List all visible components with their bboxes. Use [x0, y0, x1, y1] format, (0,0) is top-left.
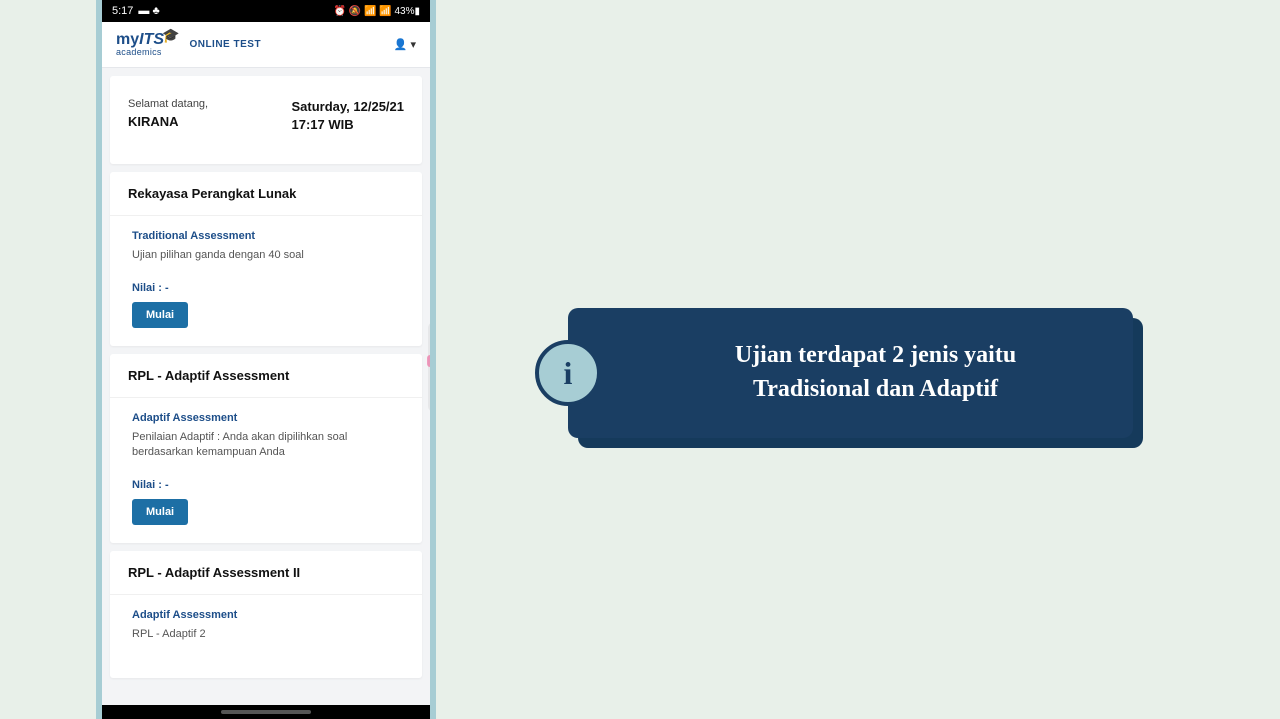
assessment-title: Adaptif Assessment [132, 412, 400, 424]
status-bar: 5:17 ▬ ♣ ⏰ 🔕 📶 📶 43%▮ [102, 0, 430, 22]
section-title[interactable]: RPL - Adaptif Assessment II [110, 551, 422, 595]
online-test-label: ONLINE TEST [189, 39, 261, 50]
section-title[interactable]: Rekayasa Perangkat Lunak [110, 172, 422, 216]
assessment-title: Traditional Assessment [132, 230, 400, 242]
logo-academics: academics [116, 48, 179, 57]
info-line-1: Ujian terdapat 2 jenis yaitu [735, 339, 1016, 373]
status-right-icons: ⏰ 🔕 📶 📶 43%▮ [334, 6, 420, 17]
info-icon: i [535, 340, 601, 406]
phone-frame: 5:17 ▬ ♣ ⏰ 🔕 📶 📶 43%▮ myITS🎓 academics O… [96, 0, 436, 719]
assessment-description: RPL - Adaptif 2 [132, 627, 400, 642]
info-callout: Ujian terdapat 2 jenis yaitu Tradisional… [568, 308, 1141, 444]
welcome-card: Selamat datang, KIRANA Saturday, 12/25/2… [110, 76, 422, 164]
section-card-1: RPL - Adaptif Assessment Adaptif Assessm… [110, 354, 422, 543]
user-menu[interactable]: 👤 ▾ [394, 38, 416, 51]
welcome-username: KIRANA [128, 114, 208, 129]
start-button[interactable]: Mulai [132, 499, 188, 525]
nav-pill-icon [221, 710, 311, 714]
assessment-score: Nilai : - [132, 282, 400, 294]
app-logo[interactable]: myITS🎓 academics ONLINE TEST [116, 32, 261, 57]
edge-indicator [427, 355, 430, 367]
edge-handle[interactable] [428, 322, 430, 412]
assessment-description: Ujian pilihan ganda dengan 40 soal [132, 248, 400, 263]
status-left-icons: ▬ ♣ [138, 5, 159, 17]
section-card-0: Rekayasa Perangkat Lunak Traditional Ass… [110, 172, 422, 345]
info-i-glyph: i [564, 355, 573, 392]
logo-my: my [116, 31, 139, 48]
content-scroll[interactable]: Selamat datang, KIRANA Saturday, 12/25/2… [102, 68, 430, 717]
logo-its: ITS [139, 31, 164, 48]
status-time: 5:17 [112, 5, 133, 17]
welcome-greeting: Selamat datang, [128, 98, 208, 110]
assessment-description: Penilaian Adaptif : Anda akan dipilihkan… [132, 430, 400, 461]
info-line-2: Tradisional dan Adaptif [735, 373, 1016, 407]
graduation-cap-icon: 🎓 [162, 27, 179, 43]
assessment-score: Nilai : - [132, 479, 400, 491]
assessment-title: Adaptif Assessment [132, 609, 400, 621]
section-title[interactable]: RPL - Adaptif Assessment [110, 354, 422, 398]
welcome-time: 17:17 WIB [292, 116, 405, 134]
phone-screen: 5:17 ▬ ♣ ⏰ 🔕 📶 📶 43%▮ myITS🎓 academics O… [102, 0, 430, 719]
welcome-date: Saturday, 12/25/21 [292, 98, 405, 116]
app-header: myITS🎓 academics ONLINE TEST 👤 ▾ [102, 22, 430, 68]
start-button[interactable]: Mulai [132, 302, 188, 328]
nav-bar[interactable] [102, 705, 430, 719]
section-card-2: RPL - Adaptif Assessment II Adaptif Asse… [110, 551, 422, 678]
